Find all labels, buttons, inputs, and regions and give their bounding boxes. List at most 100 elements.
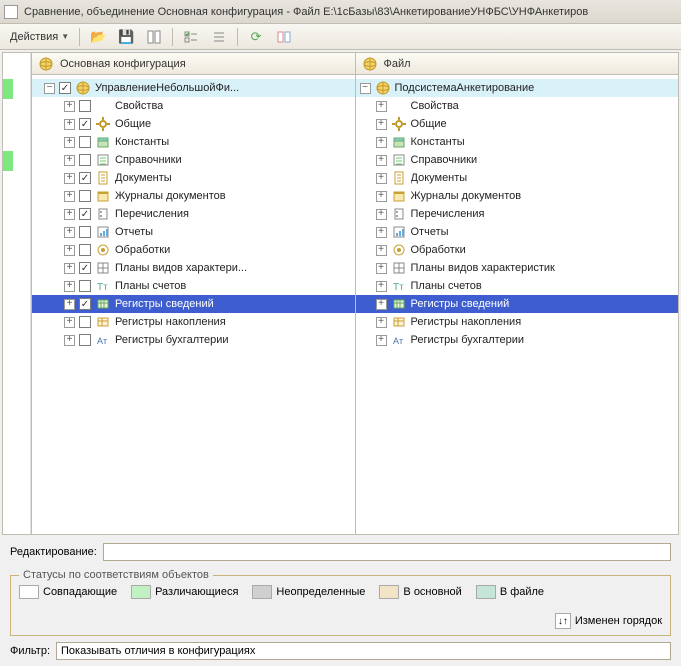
actions-dropdown[interactable]: Действия ▼ bbox=[6, 27, 73, 47]
left-tree[interactable]: −УправлениеНебольшойФи...+Свойства+Общие… bbox=[32, 75, 355, 534]
tree-item[interactable]: +Отчеты bbox=[32, 223, 355, 241]
compare-button[interactable] bbox=[142, 27, 166, 47]
tree-item[interactable]: +Журналы документов bbox=[356, 187, 679, 205]
tree-item[interactable]: +Свойства bbox=[32, 97, 355, 115]
checkbox[interactable] bbox=[79, 154, 91, 166]
tree-item[interactable]: +AтРегистры бухгалтерии bbox=[32, 331, 355, 349]
checklist-button[interactable] bbox=[179, 27, 203, 47]
expand-icon[interactable]: + bbox=[64, 101, 75, 112]
tree-root[interactable]: −ПодсистемаАнкетирование bbox=[356, 79, 679, 97]
expand-icon[interactable]: + bbox=[64, 263, 75, 274]
tree-item[interactable]: +TтПланы счетов bbox=[32, 277, 355, 295]
tree-item[interactable]: +Константы bbox=[32, 133, 355, 151]
list-icon bbox=[211, 29, 227, 45]
node-label: Планы видов характери... bbox=[115, 262, 247, 274]
checkbox[interactable] bbox=[79, 316, 91, 328]
tree-item[interactable]: +Регистры накопления bbox=[356, 313, 679, 331]
checkbox[interactable] bbox=[79, 280, 91, 292]
expand-icon[interactable]: + bbox=[64, 335, 75, 346]
expand-icon[interactable]: + bbox=[64, 173, 75, 184]
app-icon bbox=[4, 5, 18, 19]
expand-icon[interactable]: + bbox=[376, 119, 387, 130]
separator bbox=[79, 28, 80, 46]
tree-item[interactable]: +Планы видов характеристик bbox=[356, 259, 679, 277]
expand-icon[interactable]: + bbox=[376, 101, 387, 112]
expand-icon[interactable]: + bbox=[376, 281, 387, 292]
tree-item[interactable]: +Перечисления bbox=[356, 205, 679, 223]
right-pane-header[interactable]: Файл bbox=[356, 53, 679, 75]
tree-item[interactable]: +Общие bbox=[356, 115, 679, 133]
expand-icon[interactable]: + bbox=[376, 245, 387, 256]
tree-item[interactable]: +Перечисления bbox=[32, 205, 355, 223]
tree-root[interactable]: −УправлениеНебольшойФи... bbox=[32, 79, 355, 97]
tree-item[interactable]: +Регистры накопления bbox=[32, 313, 355, 331]
checkbox[interactable] bbox=[79, 172, 91, 184]
left-pane-header[interactable]: Основная конфигурация bbox=[32, 53, 355, 75]
tree-item[interactable]: +Обработки bbox=[32, 241, 355, 259]
tree-item[interactable]: +Константы bbox=[356, 133, 679, 151]
tree-item[interactable]: +Свойства bbox=[356, 97, 679, 115]
status-fieldset: Статусы по соответствиям объектов Совпад… bbox=[10, 569, 671, 636]
expand-icon[interactable]: + bbox=[376, 191, 387, 202]
expand-icon[interactable]: + bbox=[64, 299, 75, 310]
checkbox[interactable] bbox=[79, 226, 91, 238]
tree-item[interactable]: +Общие bbox=[32, 115, 355, 133]
expand-icon[interactable]: + bbox=[376, 263, 387, 274]
tree-item[interactable]: +Журналы документов bbox=[32, 187, 355, 205]
filter-input[interactable] bbox=[56, 642, 671, 660]
expand-icon[interactable]: + bbox=[64, 245, 75, 256]
checkbox[interactable] bbox=[79, 118, 91, 130]
checkbox[interactable] bbox=[79, 298, 91, 310]
tree-item[interactable]: +Справочники bbox=[32, 151, 355, 169]
tree-item[interactable]: +Отчеты bbox=[356, 223, 679, 241]
expand-icon[interactable]: + bbox=[64, 137, 75, 148]
expand-icon[interactable]: + bbox=[64, 209, 75, 220]
chevron-down-icon: ▼ bbox=[61, 32, 69, 41]
checkbox[interactable] bbox=[79, 100, 91, 112]
window-title: Сравнение, объединение Основная конфигур… bbox=[24, 6, 588, 18]
tree-item[interactable]: + Планы видов характери... bbox=[32, 259, 355, 277]
expand-icon[interactable]: + bbox=[376, 317, 387, 328]
refresh-button[interactable]: ⟳ bbox=[244, 27, 268, 47]
checkbox[interactable] bbox=[79, 208, 91, 220]
node-label: Регистры бухгалтерии bbox=[115, 334, 229, 346]
expand-icon[interactable]: + bbox=[376, 173, 387, 184]
tree-item[interactable]: +AтРегистры бухгалтерии bbox=[356, 331, 679, 349]
expand-icon[interactable]: + bbox=[376, 155, 387, 166]
expand-icon[interactable]: + bbox=[64, 317, 75, 328]
expand-icon[interactable]: + bbox=[376, 209, 387, 220]
expand-icon[interactable]: + bbox=[376, 227, 387, 238]
expand-icon[interactable]: + bbox=[64, 119, 75, 130]
expand-icon[interactable]: + bbox=[376, 299, 387, 310]
tree-item[interactable]: +Обработки bbox=[356, 241, 679, 259]
expand-icon[interactable]: + bbox=[64, 281, 75, 292]
edit-input[interactable] bbox=[103, 543, 671, 561]
expand-icon[interactable]: + bbox=[64, 191, 75, 202]
filter-label: Фильтр: bbox=[10, 645, 50, 657]
checkbox[interactable] bbox=[79, 244, 91, 256]
expand-icon[interactable]: + bbox=[64, 227, 75, 238]
tree-item[interactable]: +Регистры сведений bbox=[356, 295, 679, 313]
right-tree[interactable]: −ПодсистемаАнкетирование+Свойства+Общие+… bbox=[356, 75, 679, 534]
open-folder-button[interactable]: 📂 bbox=[86, 27, 110, 47]
list-button[interactable] bbox=[207, 27, 231, 47]
collapse-icon[interactable]: − bbox=[44, 83, 55, 94]
checkbox[interactable] bbox=[79, 334, 91, 346]
expand-icon[interactable]: + bbox=[376, 137, 387, 148]
checkbox[interactable] bbox=[79, 262, 91, 274]
checkbox[interactable] bbox=[79, 190, 91, 202]
tree-item[interactable]: +Документы bbox=[356, 169, 679, 187]
tree-item[interactable]: +Документы bbox=[32, 169, 355, 187]
checkbox[interactable] bbox=[59, 82, 71, 94]
tree-item[interactable]: +TтПланы счетов bbox=[356, 277, 679, 295]
compare-text-button[interactable] bbox=[272, 27, 296, 47]
enum-icon bbox=[95, 206, 111, 222]
tree-item[interactable]: +Справочники bbox=[356, 151, 679, 169]
collapse-icon[interactable]: − bbox=[360, 83, 371, 94]
save-button[interactable]: 💾 bbox=[114, 27, 138, 47]
expand-icon[interactable]: + bbox=[376, 335, 387, 346]
tree-item[interactable]: +Регистры сведений bbox=[32, 295, 355, 313]
titlebar: Сравнение, объединение Основная конфигур… bbox=[0, 0, 681, 24]
expand-icon[interactable]: + bbox=[64, 155, 75, 166]
checkbox[interactable] bbox=[79, 136, 91, 148]
